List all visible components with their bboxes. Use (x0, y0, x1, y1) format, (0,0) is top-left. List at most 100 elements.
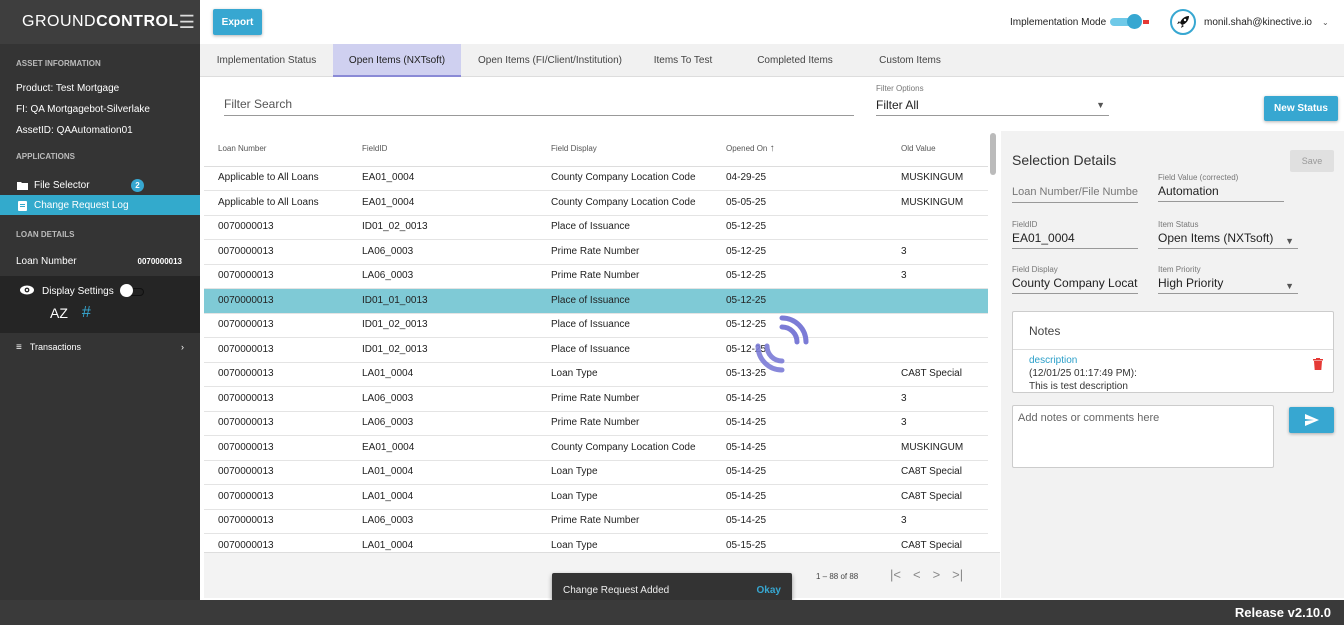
table-row[interactable]: 0070000013 LA06_0003 Prime Rate Number 05-1… (204, 264, 988, 289)
cell-fieldid: EA01_0004 (348, 166, 537, 191)
chevron-down-icon: ⌄ (1321, 17, 1329, 27)
display-settings-toggle[interactable] (119, 284, 146, 297)
table-row[interactable]: 0070000013 EA01_0004 County Company Locati… (204, 435, 988, 461)
table-row[interactable]: 0070000013 ID01_02_0013 Place of Issuance 0… (204, 337, 988, 363)
item-priority-label: Item Priority (1158, 265, 1201, 274)
rocket-avatar-icon (1170, 9, 1196, 35)
field-value-label: Field Value (corrected) (1158, 173, 1239, 182)
table-row[interactable]: 0070000013 LA01_0004 Loan Type 05-15-25 CA8T… (204, 533, 988, 552)
tab-implementation-status[interactable]: Implementation Status (200, 44, 333, 77)
loan-number-file-field[interactable]: Loan Number/File Number (1012, 183, 1138, 203)
fieldid-input[interactable]: EA01_0004 (1012, 229, 1138, 249)
table-scrollbar[interactable] (990, 133, 996, 175)
cell-fieldid: LA06_0003 (348, 509, 537, 534)
notes-panel: Notes description (12/01/25 01:17:49 PM)… (1012, 311, 1334, 393)
cell-old-value: 3 (887, 264, 988, 289)
table-row[interactable]: 0070000013 LA06_0003 Prime Rate Number 05-1… (204, 411, 988, 436)
column-header-field-display[interactable]: Field Display (537, 131, 712, 167)
hash-icon[interactable]: # (82, 304, 91, 322)
field-display-input[interactable]: County Company Location Code (1012, 274, 1138, 294)
note-description-link[interactable]: description (1029, 354, 1317, 367)
cell-opened-on: 05-14-25 (712, 460, 887, 485)
cell-old-value (887, 313, 988, 338)
save-button[interactable]: Save (1290, 150, 1334, 172)
cell-fieldid: LA06_0003 (348, 264, 537, 289)
add-notes-textarea[interactable]: Add notes or comments here (1012, 405, 1274, 468)
export-button[interactable]: Export (213, 9, 262, 35)
next-page-icon[interactable]: > (933, 567, 941, 582)
table-row[interactable]: 0070000013 LA01_0004 Loan Type 05-13-25 CA8T… (204, 362, 988, 387)
items-table-container: Loan Number FieldID Field Display Opened… (204, 131, 1000, 552)
column-header-fieldid[interactable]: FieldID (348, 131, 537, 167)
cell-loan-number: 0070000013 (204, 435, 348, 461)
hamburger-menu-icon[interactable]: ☰ (179, 12, 195, 33)
sort-alpha-icon[interactable]: AZ (50, 305, 68, 321)
loan-number-file-input[interactable]: Loan Number/File Number (1012, 183, 1138, 203)
display-settings-panel: Display Settings AZ # (0, 276, 200, 333)
cell-opened-on: 05-14-25 (712, 386, 887, 412)
display-settings-label: Display Settings (42, 285, 114, 297)
filter-options-select[interactable]: Filter All ▼ (876, 96, 1109, 116)
trash-icon[interactable] (1313, 358, 1323, 370)
table-header-row: Loan Number FieldID Field Display Opened… (204, 131, 988, 167)
column-header-loan-number[interactable]: Loan Number (204, 131, 348, 167)
dropdown-arrow-icon: ▼ (1096, 100, 1105, 110)
fieldid-field[interactable]: FieldID EA01_0004 (1012, 220, 1138, 249)
field-display-field[interactable]: Field Display County Company Location Co… (1012, 265, 1138, 294)
table-row[interactable]: 0070000013 LA06_0003 Prime Rate Number 05-1… (204, 509, 988, 534)
table-row[interactable]: 0070000013 LA01_0004 Loan Type 05-14-25 CA8T… (204, 484, 988, 510)
table-row[interactable]: 0070000013 LA01_0004 Loan Type 05-14-25 CA8T… (204, 460, 988, 485)
item-status-label: Item Status (1158, 220, 1199, 229)
filter-search-input[interactable]: Filter Search (224, 92, 854, 116)
tab-open-items-fi[interactable]: Open Items (FI/Client/Institution) (461, 44, 639, 77)
cell-old-value: MUSKINGUM (887, 435, 988, 461)
field-value-input[interactable]: Automation (1158, 182, 1284, 202)
sidebar-item-transactions[interactable]: ≡ Transactions › (0, 333, 200, 361)
table-row[interactable]: 0070000013 ID01_02_0013 Place of Issuance 0… (204, 215, 988, 240)
cell-old-value (887, 215, 988, 240)
list-icon: ≡ (16, 341, 22, 353)
table-row[interactable]: 0070000013 ID01_01_0013 Place of Issuance 0… (204, 288, 988, 314)
loan-number-value: 0070000013 (137, 257, 183, 266)
item-priority-select[interactable]: High Priority ▼ (1158, 274, 1298, 294)
cell-field-display: Loan Type (537, 533, 712, 552)
first-page-icon[interactable]: |< (890, 567, 901, 582)
filter-row: Filter Search Filter Options Filter All … (200, 78, 1344, 130)
new-status-button[interactable]: New Status (1264, 96, 1338, 121)
implementation-mode-toggle[interactable] (1110, 14, 1152, 29)
send-note-button[interactable] (1289, 407, 1334, 433)
cell-fieldid: LA06_0003 (348, 386, 537, 412)
user-menu[interactable]: monil.shah@kinective.io ⌄ (1170, 9, 1329, 35)
tab-completed-items[interactable]: Completed Items (727, 44, 863, 77)
toast-okay-button[interactable]: Okay (757, 585, 781, 596)
cell-loan-number: 0070000013 (204, 362, 348, 387)
table-row[interactable]: 0070000013 LA06_0003 Prime Rate Number 05-1… (204, 386, 988, 412)
eye-icon (20, 285, 34, 298)
tab-custom-items[interactable]: Custom Items (863, 44, 957, 77)
table-row[interactable]: Applicable to All Loans EA01_0004 County C… (204, 190, 988, 216)
file-selector-badge: 2 (131, 178, 144, 192)
tab-items-to-test[interactable]: Items To Test (639, 44, 727, 77)
table-row[interactable]: 0070000013 ID01_02_0013 Place of Issuance 0… (204, 313, 988, 338)
sidebar-item-file-selector[interactable]: File Selector 2 (0, 175, 200, 195)
pager-range: 1 – 88 of 88 (816, 572, 859, 581)
cell-opened-on: 05-12-25 (712, 215, 887, 240)
column-header-old-value[interactable]: Old Value (887, 131, 988, 167)
column-header-opened-on[interactable]: Opened On ↑ (712, 131, 887, 167)
sidebar-item-change-request-log[interactable]: Change Request Log (0, 195, 200, 215)
item-status-field[interactable]: Item Status Open Items (NXTsoft) ▼ (1158, 220, 1298, 249)
field-value-field[interactable]: Field Value (corrected) Automation (1158, 173, 1284, 202)
implementation-mode-label: Implementation Mode (1010, 16, 1107, 28)
table-row[interactable]: 0070000013 LA06_0003 Prime Rate Number 05-1… (204, 239, 988, 265)
last-page-icon[interactable]: >| (952, 567, 963, 582)
cell-old-value: MUSKINGUM (887, 166, 988, 191)
table-row[interactable]: Applicable to All Loans EA01_0004 County C… (204, 166, 988, 191)
item-priority-field[interactable]: Item Priority High Priority ▼ (1158, 265, 1298, 294)
sidebar: GROUNDCONTROL ☰ ASSET INFORMATION Produc… (0, 0, 200, 600)
tab-open-items-nxtsoft[interactable]: Open Items (NXTsoft) (333, 44, 461, 77)
previous-page-icon[interactable]: < (913, 567, 921, 582)
cell-field-display: Prime Rate Number (537, 509, 712, 534)
release-version: Release v2.10.0 (1234, 605, 1331, 620)
item-status-select[interactable]: Open Items (NXTsoft) ▼ (1158, 229, 1298, 249)
dropdown-arrow-icon: ▼ (1285, 236, 1294, 246)
